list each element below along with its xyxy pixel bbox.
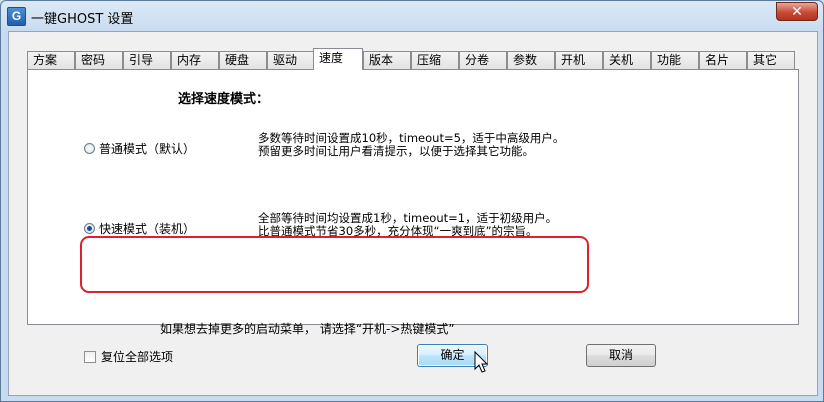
hotkey-hint: 如果想去掉更多的启动菜单， 请选择“开机->热键模式” [160, 322, 455, 336]
tab-compress[interactable]: 压缩 [411, 51, 459, 69]
window-title: 一键GHOST 设置 [31, 12, 134, 27]
speed-panel: 选择速度模式： 普通模式（默认） 多数等待时间设置成10秒，timeout=5，… [27, 69, 799, 336]
reset-all-checkbox[interactable] [84, 350, 96, 363]
app-icon: G [7, 7, 26, 26]
tab-card[interactable]: 名片 [699, 51, 747, 69]
tab-boot[interactable]: 引导 [123, 51, 171, 69]
normal-mode-description: 多数等待时间设置成10秒，timeout=5，适于中高级用户。 预留更多时间让用… [258, 132, 564, 158]
fast-mode-description: 全部等待时间均设置成1秒，timeout=1，适于初级用户。 比普通模式节省30… [258, 212, 557, 238]
fast-mode-radio[interactable] [84, 223, 95, 234]
tab-memory[interactable]: 内存 [171, 51, 219, 69]
tab-disk[interactable]: 硬盘 [219, 51, 267, 69]
tab-speed[interactable]: 速度 [313, 48, 363, 70]
tab-strip: 方案 密码 引导 内存 硬盘 驱动 速度 版本 压缩 分卷 参数 开机 关机 功… [27, 48, 824, 70]
mouse-cursor-icon [474, 351, 489, 373]
fast-mode-option[interactable]: 快速模式（装机） [84, 220, 195, 237]
tab-driver[interactable]: 驱动 [267, 51, 315, 69]
tab-shutdown[interactable]: 关机 [603, 51, 651, 69]
normal-mode-desc-line2: 预留更多时间让用户看清提示，以便于选择其它功能。 [258, 144, 534, 158]
fast-mode-desc-line2: 比普通模式节省30多秒，充分体现“一爽到底”的宗旨。 [258, 224, 538, 238]
tab-features[interactable]: 功能 [651, 51, 699, 69]
panel-heading: 选择速度模式： [178, 92, 270, 107]
dialog-client-area: 方案 密码 引导 内存 硬盘 驱动 速度 版本 压缩 分卷 参数 开机 关机 功… [8, 31, 818, 396]
fast-mode-highlight [80, 236, 589, 293]
tab-params[interactable]: 参数 [507, 51, 555, 69]
normal-mode-option[interactable]: 普通模式（默认） [84, 140, 195, 157]
fast-mode-label: 快速模式（装机） [99, 222, 196, 236]
reset-all-label: 复位全部选项 [101, 350, 174, 364]
tab-startup[interactable]: 开机 [555, 51, 603, 69]
tab-scheme[interactable]: 方案 [27, 51, 75, 69]
cancel-button[interactable]: 取消 [586, 344, 656, 367]
tab-version[interactable]: 版本 [363, 51, 411, 69]
tab-split[interactable]: 分卷 [459, 51, 507, 69]
normal-mode-radio[interactable] [84, 143, 95, 154]
tab-password[interactable]: 密码 [75, 51, 123, 69]
settings-window: G 一键GHOST 设置 ✕ 方案 密码 引导 内存 硬盘 驱动 速度 版本 压… [0, 0, 824, 402]
tab-other[interactable]: 其它 [747, 51, 795, 69]
reset-all-option[interactable]: 复位全部选项 [84, 348, 173, 365]
normal-mode-label: 普通模式（默认） [99, 142, 196, 156]
close-button[interactable]: ✕ [776, 2, 818, 21]
title-bar[interactable]: G 一键GHOST 设置 ✕ [1, 1, 823, 31]
